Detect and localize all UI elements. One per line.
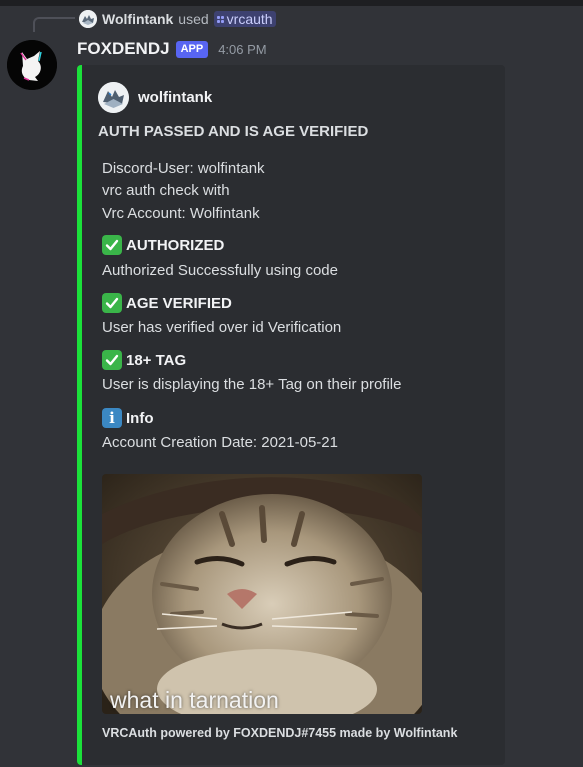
embed-author-name[interactable]: wolfintank [138, 89, 212, 106]
field-name-text: AUTHORIZED [126, 236, 225, 254]
field-age-verified-value: User has verified over id Verification [102, 319, 342, 336]
author-avatar [98, 82, 129, 113]
description-line-3: Vrc Account: Wolfintank [102, 205, 260, 222]
message-header: FOXDENDJ APP 4:06 PM [77, 38, 267, 60]
description-line-1: Discord-User: wolfintank [102, 160, 265, 177]
wolf-avatar-icon [98, 82, 129, 113]
field-authorized-name: AUTHORIZED [102, 235, 224, 255]
image-caption: what in tarnation [109, 687, 279, 713]
description-line-2: vrc auth check with [102, 182, 230, 199]
reply-connector [33, 17, 75, 32]
wolf-avatar-icon [79, 10, 97, 28]
cat-gif-image: what in tarnation [102, 474, 422, 714]
embed-title: AUTH PASSED AND IS AGE VERIFIED [98, 123, 369, 140]
info-icon: i [102, 408, 122, 428]
embed-author: wolfintank [98, 82, 212, 113]
reply-avatar[interactable] [79, 10, 97, 28]
command-reply-header: Wolfintank used vrcauth [79, 8, 276, 30]
field-name-text: 18+ TAG [126, 351, 187, 369]
app-badge: APP [175, 40, 209, 58]
field-info-name: i Info [102, 408, 154, 428]
slash-command-icon [216, 15, 224, 23]
fox-logo-icon [7, 40, 57, 90]
check-mark-icon [102, 350, 122, 370]
message-timestamp[interactable]: 4:06 PM [218, 42, 266, 57]
embed-footer: VRCAuth powered by FOXDENDJ#7455 made by… [102, 726, 458, 740]
bot-username[interactable]: FOXDENDJ [77, 39, 170, 59]
field-name-text: Info [126, 409, 154, 427]
embed-image[interactable]: what in tarnation [102, 474, 422, 714]
field-info-value: Account Creation Date: 2021-05-21 [102, 434, 338, 451]
top-bar [0, 0, 583, 6]
field-18-tag-value: User is displaying the 18+ Tag on their … [102, 376, 402, 393]
reply-used-text: used [178, 11, 209, 27]
command-mention[interactable]: vrcauth [213, 11, 276, 27]
reply-username[interactable]: Wolfintank [102, 11, 173, 27]
field-authorized-value: Authorized Successfully using code [102, 262, 338, 279]
embed-card: wolfintank AUTH PASSED AND IS AGE VERIFI… [77, 65, 505, 765]
field-name-text: AGE VERIFIED [126, 294, 232, 312]
check-mark-icon [102, 293, 122, 313]
field-age-verified-name: AGE VERIFIED [102, 293, 232, 313]
bot-avatar[interactable] [7, 40, 57, 90]
field-18-tag-name: 18+ TAG [102, 350, 186, 370]
check-mark-icon [102, 235, 122, 255]
command-name: vrcauth [226, 11, 273, 27]
